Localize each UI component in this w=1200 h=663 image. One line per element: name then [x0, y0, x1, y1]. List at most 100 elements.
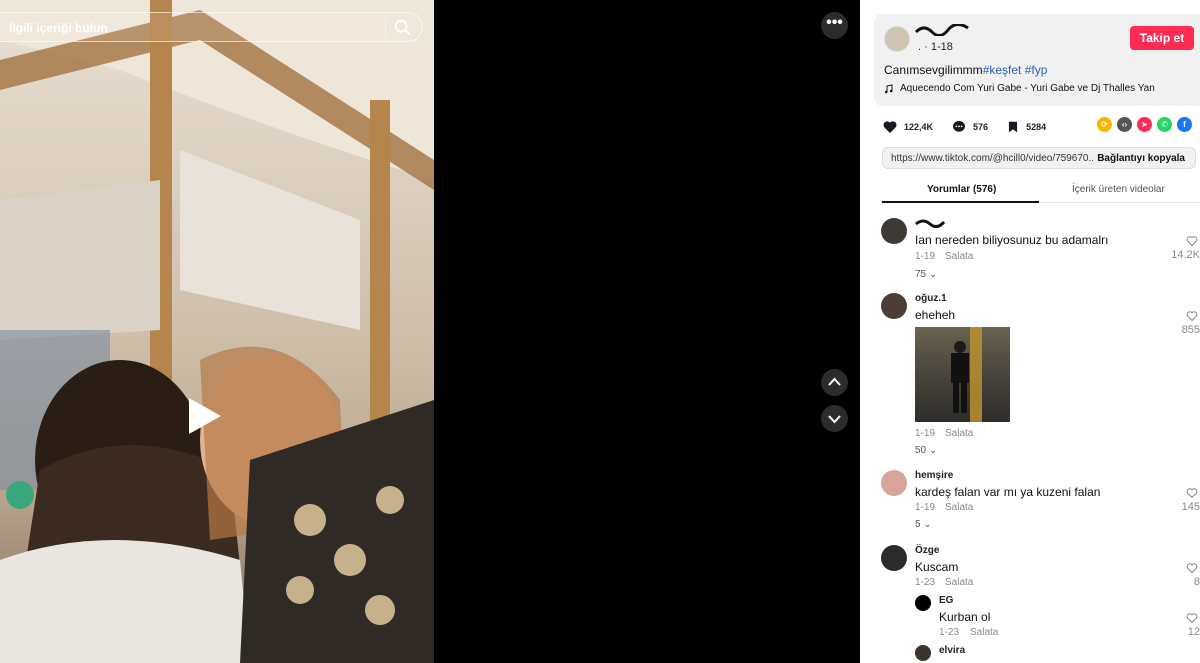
reply-button[interactable]: Salata — [945, 428, 973, 439]
chevron-down-icon — [828, 415, 841, 424]
comment-tabs: Yorumlar (576) İçerik üreten videolar — [882, 181, 1200, 203]
comment-text: Kuscam — [915, 560, 959, 574]
comment-avatar[interactable] — [881, 293, 907, 319]
comment-count: 576 — [973, 122, 989, 132]
share-options: ⟳ ‹› ➤ ✆ f ➦ — [1097, 117, 1200, 132]
comment-like-count: 14.2K — [1171, 249, 1200, 261]
comment-avatar[interactable] — [881, 545, 907, 571]
reply-date: 1-23 — [939, 627, 960, 638]
comment-date: 1-19 — [915, 428, 936, 439]
more-options-button[interactable]: ••• — [821, 12, 848, 39]
music-note-icon — [884, 83, 893, 93]
comment-username[interactable]: hemşire — [915, 470, 953, 481]
search-icon[interactable] — [392, 17, 414, 39]
comment-item: hemşire kardeş falan var mı ya kuzeni fa… — [881, 470, 1200, 532]
caption-text: Canımsevgilimmm — [884, 63, 983, 77]
reply-text: Kurban ol — [939, 610, 991, 624]
comment-avatar[interactable] — [881, 470, 907, 496]
reply-item: EG Kurban ol 1-23 Salata 12 — [915, 595, 1200, 640]
view-replies-button[interactable]: 50 ⌄ — [915, 445, 937, 456]
reply-count: 50 — [915, 445, 927, 456]
engagement-bar: 122,4K 576 5284 ⟳ ‹› ➤ ✆ f ➦ — [882, 117, 1200, 137]
video-player[interactable] — [0, 0, 434, 663]
comment-username[interactable]: Özge — [915, 545, 939, 556]
comment-item: oğuz.1 eheheh 1-19 Salata 50 ⌄ 855 — [881, 293, 1200, 458]
previous-video-button[interactable] — [821, 369, 848, 396]
comment-date: 1-19 — [915, 502, 936, 513]
active-tab-indicator — [882, 201, 1039, 203]
heart-outline-icon — [1186, 236, 1198, 247]
comment-image[interactable] — [915, 327, 1010, 422]
reply-username[interactable]: elvira — [939, 645, 965, 656]
video-frame — [0, 0, 434, 663]
reply-button[interactable]: Salata — [945, 502, 973, 513]
video-url-field[interactable]: https://www.tiktok.com/@hcill0/video/759… — [891, 153, 1093, 164]
comment-avatar[interactable] — [881, 218, 907, 244]
whatsapp-icon[interactable]: ✆ — [1157, 117, 1172, 132]
creator-avatar[interactable] — [884, 26, 910, 52]
comment-like-button[interactable]: 855 — [1170, 310, 1200, 336]
heart-outline-icon — [1186, 488, 1198, 499]
comment-like-button[interactable]: 145 — [1170, 487, 1200, 513]
comment-icon — [953, 121, 966, 132]
like-button[interactable]: 122,4K — [882, 119, 933, 135]
details-panel: . · 1-18 Takip et Canımsevgilimmm#keşfet… — [860, 0, 1200, 663]
send-to-friends-icon[interactable]: ➤ — [1137, 117, 1152, 132]
like-count: 122,4K — [904, 122, 934, 132]
search-divider — [385, 19, 386, 37]
embed-icon[interactable]: ‹› — [1117, 117, 1132, 132]
comment-button[interactable]: 576 — [951, 119, 988, 135]
comment-like-count: 8 — [1193, 576, 1200, 588]
comment-item: Ian nereden biliyosunuz bu adamalrı 1-19… — [881, 218, 1200, 284]
tab-comments[interactable]: Yorumlar (576) — [927, 184, 996, 195]
comment-like-button[interactable]: 8 — [1170, 562, 1200, 588]
play-icon[interactable] — [185, 396, 225, 436]
comment-like-count: 855 — [1181, 324, 1200, 336]
post-meta: . · 1-18 — [918, 41, 953, 53]
reply-username[interactable]: EG — [939, 595, 953, 606]
copy-link-button[interactable]: Bağlantıyı kopyala — [1097, 153, 1185, 164]
reply-count: 75 — [915, 269, 927, 280]
hashtag-link[interactable]: #keşfet — [983, 63, 1022, 77]
reply-count: 5 — [915, 519, 921, 530]
chevron-up-icon — [828, 377, 841, 386]
comment-date: 1-23 — [915, 577, 936, 588]
facebook-icon[interactable]: f — [1177, 117, 1192, 132]
reply-like-count: 12 — [1187, 626, 1200, 638]
comment-text: kardeş falan var mı ya kuzeni falan — [915, 485, 1101, 499]
comment-photo — [951, 327, 982, 422]
hashtag-link[interactable]: #fyp — [1025, 63, 1048, 77]
reply-button[interactable]: Salata — [945, 251, 973, 262]
reply-avatar[interactable] — [915, 645, 931, 661]
reply-avatar[interactable] — [915, 595, 931, 611]
music-link[interactable]: Aquecendo Com Yuri Gabe - Yuri Gabe ve D… — [884, 83, 1155, 94]
comment-like-count: 145 — [1181, 501, 1200, 513]
heart-icon — [883, 121, 897, 133]
view-replies-button[interactable]: 75 ⌄ — [915, 269, 937, 280]
heart-outline-icon — [1186, 613, 1198, 624]
redacted-username-scribble — [914, 24, 969, 36]
search-bar[interactable]: İlgili içeriği bulun — [0, 12, 423, 42]
comment-date: 1-19 — [915, 251, 936, 262]
reply-like-button[interactable]: 12 — [1170, 612, 1200, 638]
comment-username[interactable]: oğuz.1 — [915, 293, 947, 304]
comment-text: Ian nereden biliyosunuz bu adamalrı — [915, 233, 1109, 247]
music-title: Aquecendo Com Yuri Gabe - Yuri Gabe ve D… — [900, 83, 1155, 94]
repost-icon[interactable]: ⟳ — [1097, 117, 1112, 132]
reply-button[interactable]: Salata — [945, 577, 973, 588]
reply-button[interactable]: Salata — [970, 627, 998, 638]
tab-creator-videos[interactable]: İçerik üreten videolar — [1072, 184, 1165, 195]
bookmark-icon — [1008, 121, 1018, 133]
post-caption: Canımsevgilimmm#keşfet #fyp — [884, 63, 1047, 77]
post-info-card: . · 1-18 Takip et Canımsevgilimmm#keşfet… — [874, 14, 1200, 106]
reply-item: elvira — [915, 645, 1200, 663]
view-replies-button[interactable]: 5 ⌄ — [915, 519, 932, 530]
comment-item: Özge Kuscam 1-23 Salata 8 — [881, 545, 1200, 590]
comment-like-button[interactable]: 14.2K — [1160, 235, 1200, 261]
heart-outline-icon — [1186, 563, 1198, 574]
next-video-button[interactable] — [821, 405, 848, 432]
save-button[interactable]: 5284 — [1006, 120, 1046, 134]
save-count: 5284 — [1026, 122, 1047, 132]
follow-button[interactable]: Takip et — [1130, 26, 1194, 50]
search-input[interactable]: İlgili içeriği bulun — [9, 21, 108, 35]
